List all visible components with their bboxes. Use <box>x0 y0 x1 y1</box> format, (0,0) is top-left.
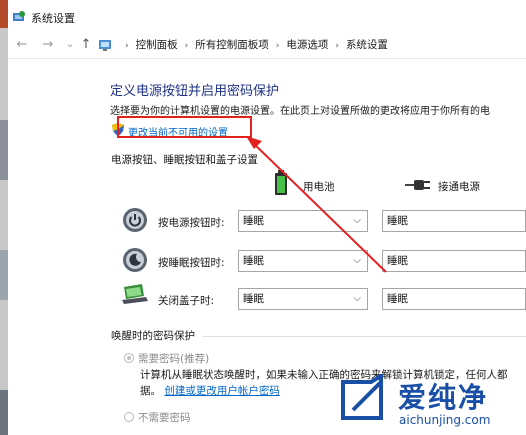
back-arrow-icon[interactable]: ← <box>14 37 30 53</box>
page-description: 选择要为你的计算机设置的电源设置。在此页上对设置所做的更改将应用于你所有的电 <box>110 106 490 117</box>
chevron-down-icon: ⌵ <box>353 293 361 304</box>
desktop-edge <box>0 0 8 435</box>
column-header-battery: 用电池 <box>303 181 335 193</box>
select-value: 睡眠 <box>387 215 408 227</box>
system-settings-icon <box>13 11 25 21</box>
recent-locations-icon[interactable]: ⌄ <box>62 37 78 53</box>
row-label-sleep-button: 按睡眠按钮时: <box>158 257 225 269</box>
chevron-down-icon: ⌵ <box>353 215 361 226</box>
watermark-brand: 爱纯净 <box>398 381 489 414</box>
watermark-url: aichunjing.com <box>399 413 491 427</box>
control-panel-icon <box>99 40 111 51</box>
forward-arrow-icon[interactable]: → <box>40 37 56 53</box>
breadcrumb-separator: › <box>125 41 129 51</box>
breadcrumb-separator: › <box>335 41 339 51</box>
select-value: 睡眠 <box>243 215 264 227</box>
laptop-lid-icon <box>122 284 148 304</box>
chevron-down-icon: ⌵ <box>353 255 361 266</box>
power-button-icon <box>123 208 147 232</box>
breadcrumb-item-control-panel[interactable]: 控制面板 <box>136 32 178 58</box>
section-divider <box>203 336 526 337</box>
select-value: 睡眠 <box>387 293 408 305</box>
title-bar <box>8 0 526 32</box>
row-label-close-lid: 关闭盖子时: <box>158 295 215 307</box>
battery-icon <box>275 170 287 195</box>
highlight-box <box>117 116 252 138</box>
breadcrumb: › 控制面板 › 所有控制面板项 › 电源选项 › 系统设置 <box>118 32 388 58</box>
row-label-power-button: 按电源按钮时: <box>158 217 225 229</box>
breadcrumb-separator: › <box>275 41 280 51</box>
select-value: 睡眠 <box>243 255 264 267</box>
section-heading-password: 唤醒时的密码保护 <box>111 330 195 342</box>
description-text: 据。 <box>140 385 161 397</box>
close-lid-plugged-select[interactable]: 睡眠 <box>382 288 526 310</box>
no-password-radio[interactable] <box>124 412 134 422</box>
breadcrumb-separator: › <box>184 41 189 51</box>
breadcrumb-item-power-options[interactable]: 电源选项 <box>286 32 328 58</box>
power-plug-icon <box>405 180 430 190</box>
sleep-button-icon <box>123 248 147 272</box>
require-password-radio[interactable] <box>124 353 134 363</box>
require-password-label: 需要密码(推荐) <box>138 353 210 365</box>
watermark-logo <box>341 374 383 420</box>
section-heading-buttons: 电源按钮、睡眠按钮和盖子设置 <box>111 154 258 166</box>
breadcrumb-item-all-items[interactable]: 所有控制面板项 <box>195 32 269 58</box>
column-header-plugged-in: 接通电源 <box>438 181 480 193</box>
page-title: 定义电源按钮并启用密码保护 <box>110 84 280 99</box>
power-button-battery-select[interactable]: 睡眠 ⌵ <box>238 210 368 232</box>
breadcrumb-item-system-settings[interactable]: 系统设置 <box>346 32 388 58</box>
sleep-button-plugged-select[interactable]: 睡眠 <box>382 250 526 272</box>
up-arrow-icon[interactable]: ↑ <box>78 37 94 53</box>
no-password-label: 不需要密码 <box>138 412 191 424</box>
select-value: 睡眠 <box>243 293 264 305</box>
sleep-button-battery-select[interactable]: 睡眠 ⌵ <box>238 250 368 272</box>
nav-divider <box>8 58 526 59</box>
create-change-password-link[interactable]: 创建或更改用户帐户密码 <box>164 385 280 397</box>
close-lid-battery-select[interactable]: 睡眠 ⌵ <box>238 288 368 310</box>
power-button-plugged-select[interactable]: 睡眠 <box>382 210 526 232</box>
window-title: 系统设置 <box>31 12 75 25</box>
select-value: 睡眠 <box>387 255 408 267</box>
require-password-description-2: 据。 创建或更改用户帐户密码 <box>140 383 280 398</box>
